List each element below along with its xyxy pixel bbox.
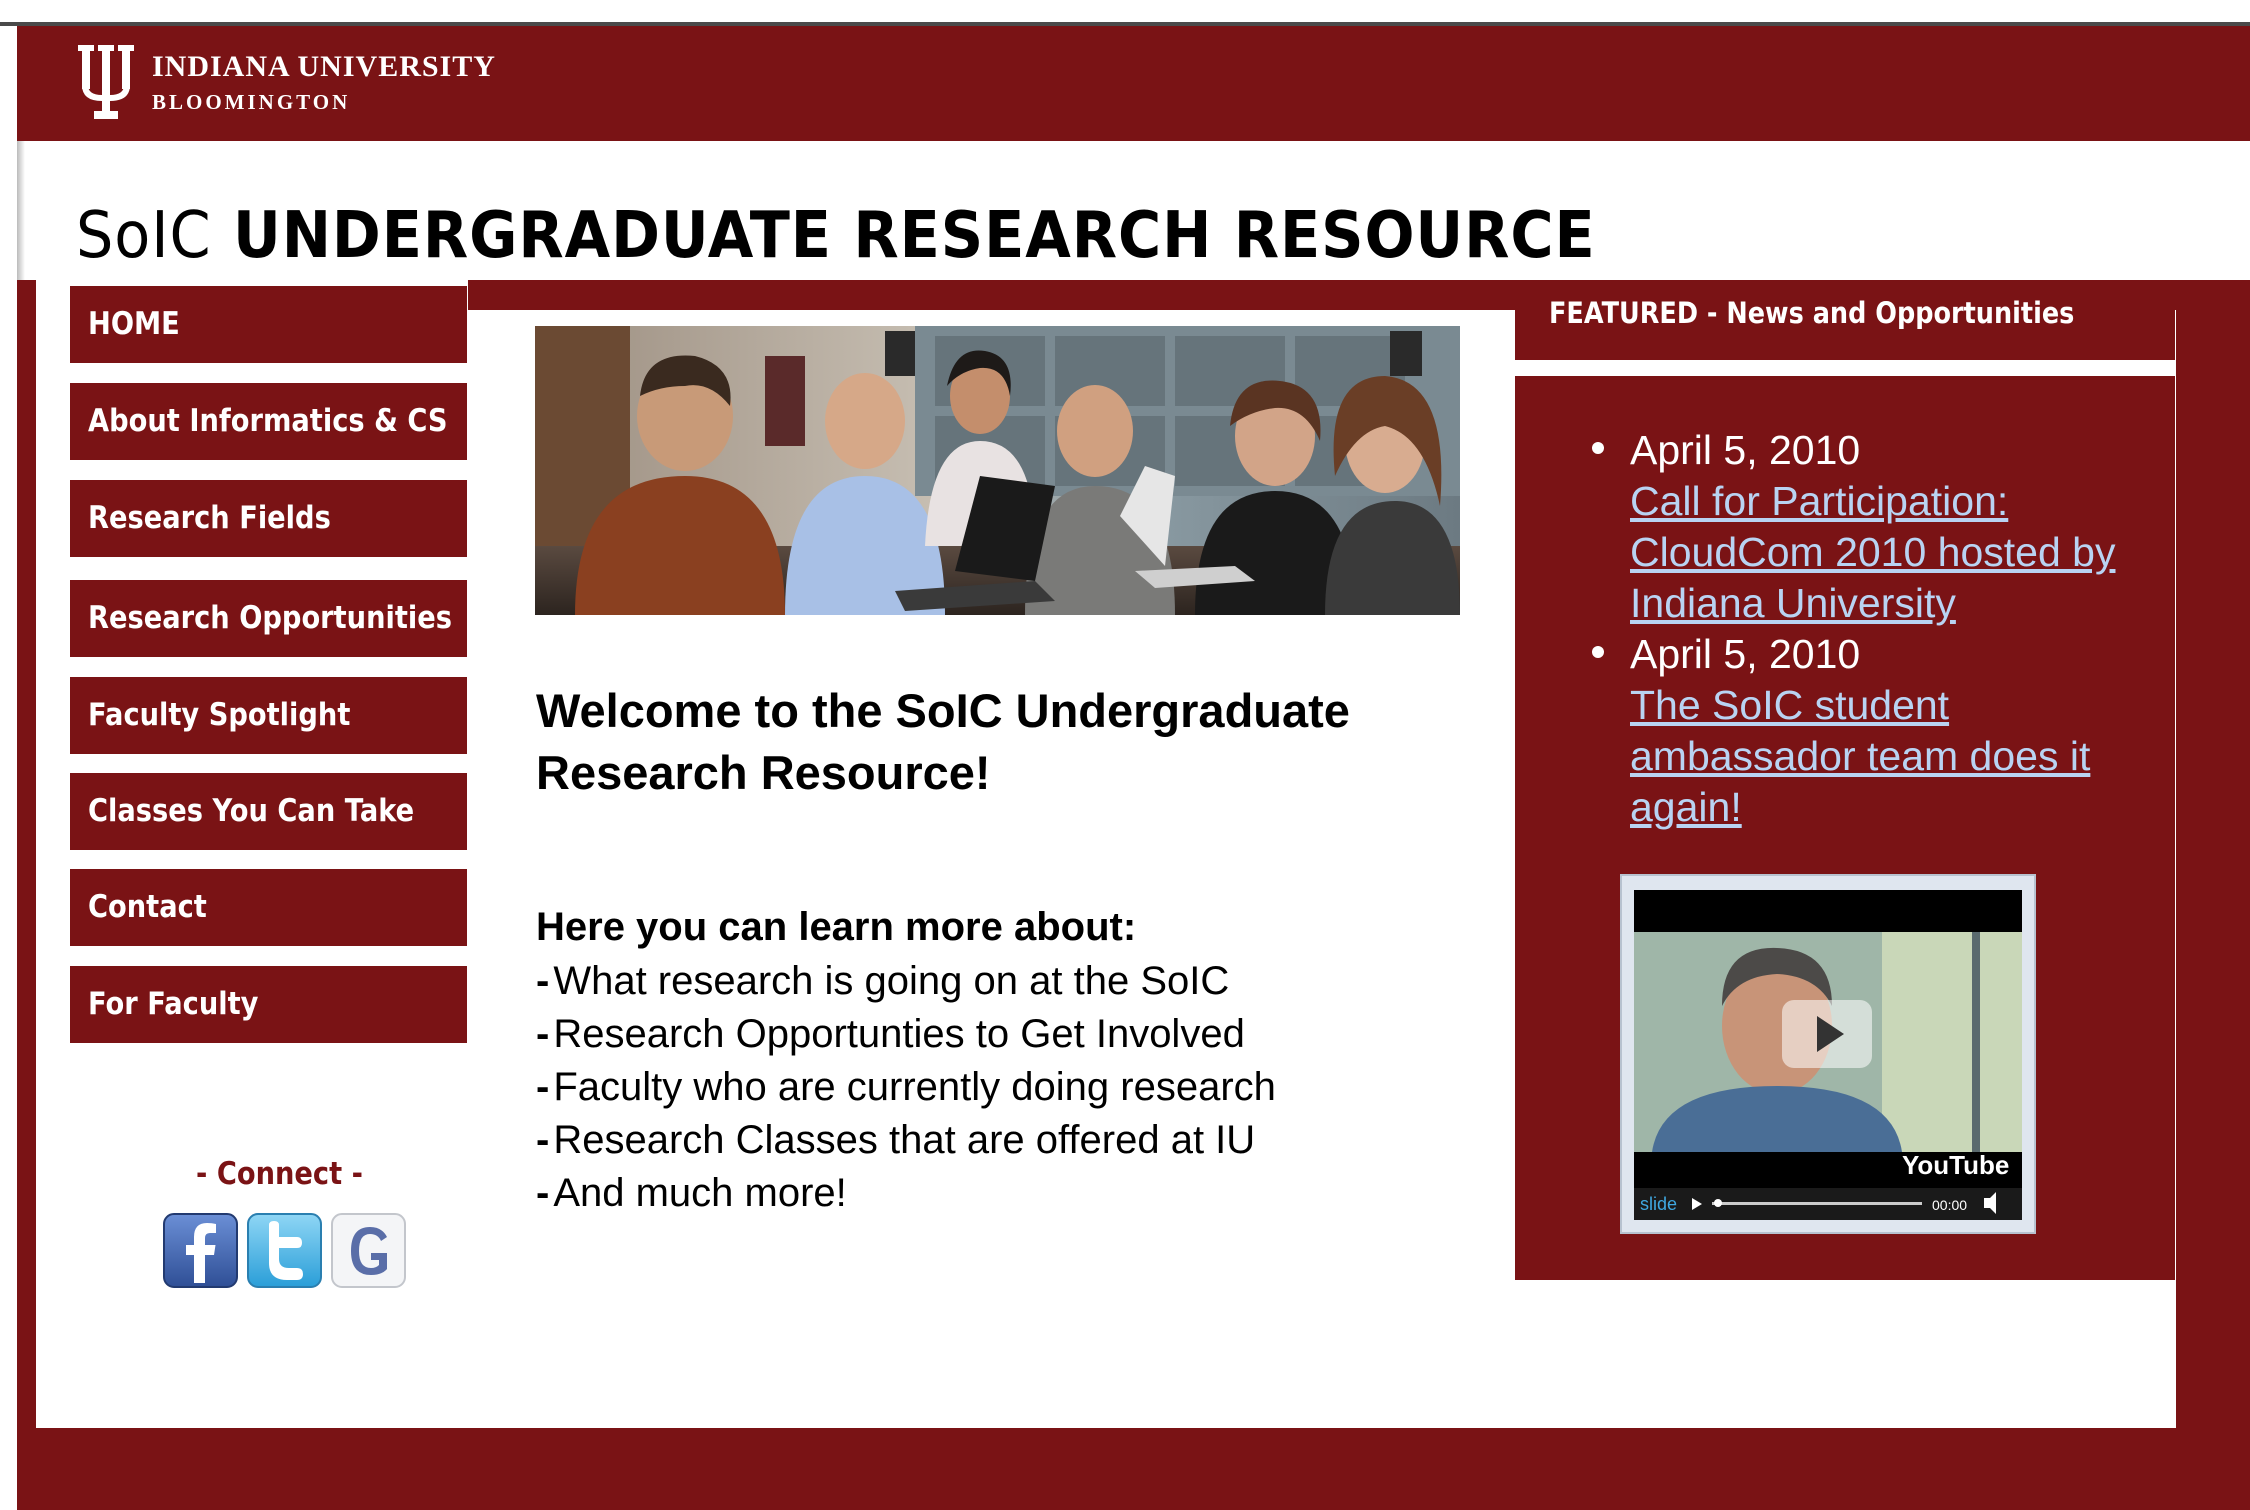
slide-logo: slide (1640, 1194, 1677, 1214)
news-item: April 5, 2010 Call for Participation: Cl… (1590, 425, 2150, 629)
connect-label: - Connect - (196, 1156, 363, 1192)
nav-for-faculty-label: For Faculty (88, 986, 259, 1022)
nav-faculty-spotlight-label: Faculty Spotlight (88, 697, 351, 733)
nav-home-label: HOME (88, 306, 180, 342)
featured-heading: FEATURED - News and Opportunities (1549, 296, 2075, 330)
site-title[interactable]: SoIC UNDERGRADUATE RESEARCH RESOURCE (76, 196, 1596, 276)
nav-research-fields-label: Research Fields (88, 500, 331, 536)
list-dash: - (536, 1118, 550, 1162)
students-photo (535, 326, 1460, 615)
nav-faculty-spotlight[interactable]: Faculty Spotlight (70, 677, 467, 754)
learn-item: - Faculty who are currently doing researc… (536, 1061, 1276, 1114)
nav-classes-label: Classes You Can Take (88, 793, 415, 829)
bullet-icon (1592, 442, 1604, 454)
featured-divider (1515, 360, 2175, 376)
bullet-icon (1592, 646, 1604, 658)
nav-research-opportunities-label: Research Opportunities (88, 600, 453, 636)
google-icon[interactable] (331, 1213, 406, 1288)
learn-item-text: And much more! (553, 1171, 847, 1215)
university-name: INDIANA UNIVERSITY (152, 50, 496, 83)
nav-research-opportunities[interactable]: Research Opportunities (70, 580, 467, 657)
nav-contact[interactable]: Contact (70, 869, 467, 946)
news-item: April 5, 2010 The SoIC student ambassado… (1590, 629, 2150, 833)
learn-item-text: Faculty who are currently doing research (553, 1065, 1276, 1109)
video-player[interactable]: YouTube slide 00:00 (1620, 874, 2036, 1234)
news-date: April 5, 2010 (1630, 427, 1861, 473)
youtube-logo: YouTube (1902, 1150, 2009, 1180)
iu-trident-logo[interactable] (78, 45, 134, 123)
list-dash: - (536, 959, 550, 1003)
facebook-icon[interactable] (163, 1213, 238, 1288)
left-shadow (17, 141, 25, 282)
learn-item-text: What research is going on at the SoIC (553, 959, 1230, 1003)
news-list: April 5, 2010 Call for Participation: Cl… (1590, 425, 2150, 833)
learn-item-text: Research Opportunties to Get Involved (553, 1012, 1245, 1056)
video-time: 00:00 (1932, 1197, 1967, 1213)
welcome-heading: Welcome to the SoIC Undergraduate Resear… (536, 684, 1350, 799)
learn-list: - What research is going on at the SoIC -… (536, 955, 1276, 1220)
nav-research-fields[interactable]: Research Fields (70, 480, 467, 557)
nav-for-faculty[interactable]: For Faculty (70, 966, 467, 1043)
nav-about-label: About Informatics & CS (88, 403, 448, 439)
learn-item: - Research Opportunties to Get Involved (536, 1008, 1276, 1061)
site-title-prefix: SoIC (76, 199, 212, 273)
list-dash: - (536, 1012, 550, 1056)
learn-item: - Research Classes that are offered at IU (536, 1114, 1276, 1167)
campus-name: BLOOMINGTON (152, 90, 351, 114)
news-date: April 5, 2010 (1630, 631, 1861, 677)
nav-contact-label: Contact (88, 889, 207, 925)
learn-heading: Here you can learn more about: (536, 905, 1137, 949)
nav-home[interactable]: HOME (70, 286, 467, 363)
learn-item-text: Research Classes that are offered at IU (553, 1118, 1256, 1162)
news-link[interactable]: Call for Participation: CloudCom 2010 ho… (1630, 478, 2115, 626)
video-scrubber[interactable] (1712, 1202, 1922, 1205)
learn-item: - What research is going on at the SoIC (536, 955, 1276, 1008)
learn-item: - And much more! (536, 1167, 1276, 1220)
news-link[interactable]: The SoIC student ambassador team does it… (1630, 682, 2090, 830)
twitter-icon[interactable] (247, 1213, 322, 1288)
list-dash: - (536, 1065, 550, 1109)
nav-about-informatics-cs[interactable]: About Informatics & CS (70, 383, 467, 460)
featured-panel-bottom (1515, 1282, 2176, 1428)
site-title-main: UNDERGRADUATE RESEARCH RESOURCE (232, 199, 1596, 273)
video-thumbnail: YouTube slide 00:00 (1634, 890, 2022, 1220)
nav-classes-you-can-take[interactable]: Classes You Can Take (70, 773, 467, 850)
list-dash: - (536, 1171, 550, 1215)
